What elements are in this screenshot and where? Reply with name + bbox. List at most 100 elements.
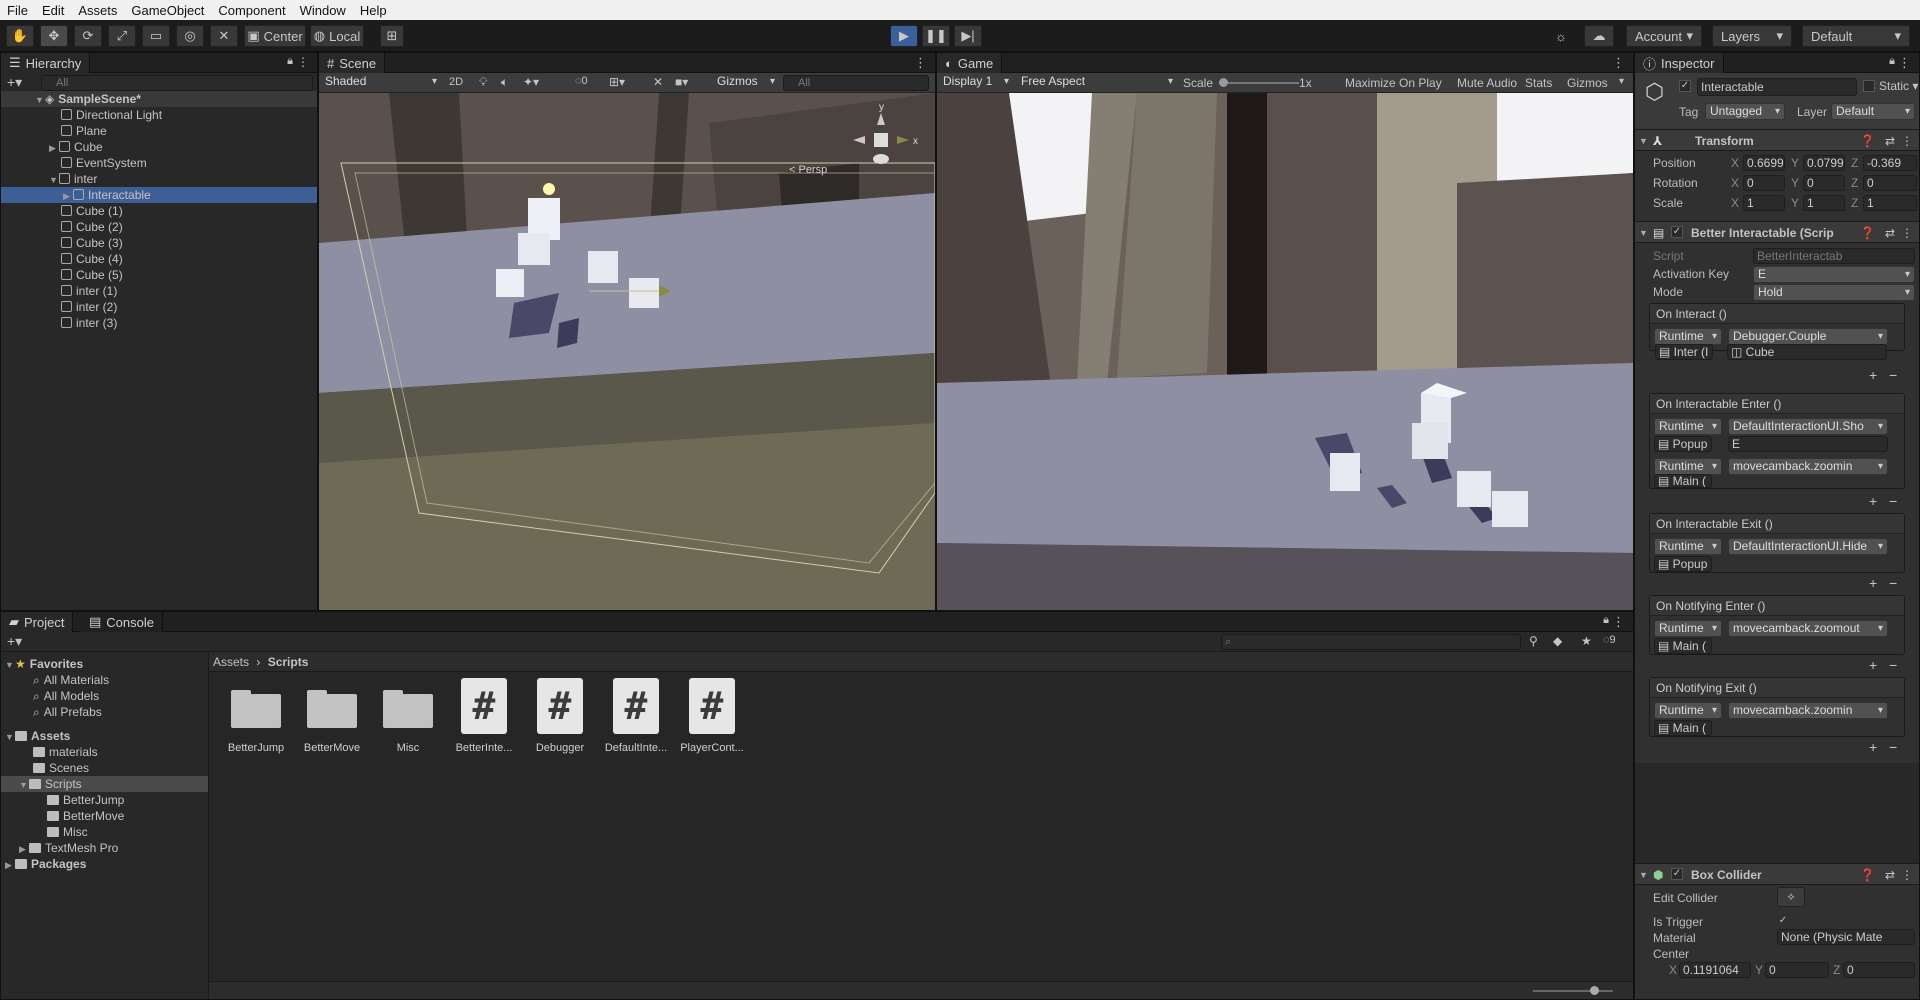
expand-arrow-icon[interactable]: ▼ bbox=[1639, 130, 1648, 152]
list-item[interactable]: Cube (2) bbox=[1, 219, 317, 235]
remove-event-icon[interactable]: − bbox=[1889, 657, 1897, 673]
scale-tool-icon[interactable]: ⤢ bbox=[108, 25, 136, 47]
rect-tool-icon[interactable]: ▭ bbox=[142, 25, 170, 47]
tab-hierarchy[interactable]: ☰ Hierarchy bbox=[1, 53, 91, 73]
scale-z-field[interactable]: 1 bbox=[1863, 195, 1917, 211]
rotate-tool-icon[interactable]: ⟳ bbox=[74, 25, 102, 47]
camera-icon[interactable]: ■▾ bbox=[675, 75, 688, 89]
event-object-field[interactable]: ▤ Main ( bbox=[1654, 720, 1712, 736]
lock-icon[interactable]: 🔒︎ bbox=[1603, 614, 1609, 627]
list-item[interactable]: ▶ Cube bbox=[1, 139, 317, 155]
preset-icon[interactable]: ⇄ bbox=[1885, 130, 1895, 152]
more-icon[interactable]: ⋮ bbox=[1901, 130, 1913, 152]
list-item[interactable]: Cube (3) bbox=[1, 235, 317, 251]
settings-sun-icon[interactable]: ☼ bbox=[1548, 25, 1574, 47]
asset-folder-bettermove[interactable]: BetterMove bbox=[297, 688, 367, 754]
active-checkbox[interactable]: ✓ bbox=[1679, 80, 1691, 92]
hand-tool-icon[interactable]: ✋ bbox=[6, 25, 34, 47]
asset-folder-misc[interactable]: Misc bbox=[373, 688, 443, 754]
more-icon[interactable]: ⋮ bbox=[1898, 55, 1911, 71]
tree-item-all-prefabs[interactable]: ⌕ All Prefabs bbox=[1, 704, 208, 720]
enabled-checkbox[interactable]: ✓ bbox=[1671, 226, 1683, 238]
list-item[interactable]: Cube (1) bbox=[1, 203, 317, 219]
tree-item-all-materials[interactable]: ⌕ All Materials bbox=[1, 672, 208, 688]
add-event-icon[interactable]: + bbox=[1869, 657, 1877, 673]
center-y-field[interactable]: 0 bbox=[1765, 962, 1829, 978]
help-icon[interactable]: ❓ bbox=[1860, 864, 1875, 886]
breadcrumb-assets[interactable]: Assets bbox=[213, 655, 249, 669]
material-field[interactable]: None (Physic Mate bbox=[1777, 929, 1915, 945]
more-icon[interactable]: ⋮ bbox=[297, 55, 309, 69]
function-dropdown[interactable]: movecamback.zoomin bbox=[1728, 458, 1888, 475]
expand-arrow-icon[interactable]: ▼ bbox=[19, 777, 29, 793]
tag-dropdown[interactable]: Untagged bbox=[1705, 103, 1785, 120]
function-dropdown[interactable]: DefaultInteractionUI.Sho bbox=[1728, 418, 1888, 435]
tree-item-materials[interactable]: materials bbox=[1, 744, 208, 760]
static-checkbox[interactable] bbox=[1863, 80, 1875, 92]
tree-item-textmesh-pro[interactable]: ▶ TextMesh Pro bbox=[1, 840, 208, 856]
cloud-icon[interactable]: ☁ bbox=[1584, 25, 1614, 47]
tools-icon[interactable]: ✕ bbox=[653, 75, 663, 89]
asset-script-playercontroller[interactable]: # PlayerCont... bbox=[677, 678, 747, 754]
menu-edit[interactable]: Edit bbox=[35, 3, 71, 18]
preset-icon[interactable]: ⇄ bbox=[1885, 864, 1895, 886]
help-icon[interactable]: ❓ bbox=[1860, 222, 1875, 244]
list-item[interactable]: Cube (5) bbox=[1, 267, 317, 283]
hidden-packages-toggle[interactable]: ◌9 bbox=[1603, 634, 1616, 646]
lighting-icon[interactable]: 💡︎ bbox=[479, 75, 487, 90]
add-icon[interactable]: +▾ bbox=[7, 633, 22, 650]
list-item[interactable]: Cube (4) bbox=[1, 251, 317, 267]
expand-arrow-icon[interactable]: ▼ bbox=[49, 172, 59, 188]
expand-arrow-icon[interactable]: ▼ bbox=[1639, 864, 1648, 886]
mode-dropdown[interactable]: Hold bbox=[1753, 284, 1915, 301]
event-object-field[interactable]: ▤ Main ( bbox=[1654, 638, 1712, 654]
game-viewport[interactable] bbox=[937, 93, 1633, 610]
activation-key-dropdown[interactable]: E bbox=[1753, 266, 1915, 283]
toggle-2d-button[interactable]: 2D bbox=[449, 76, 463, 88]
pause-button[interactable]: ❚❚ bbox=[922, 25, 950, 47]
scale-x-field[interactable]: 1 bbox=[1743, 195, 1785, 211]
menu-window[interactable]: Window bbox=[293, 3, 353, 18]
add-event-icon[interactable]: + bbox=[1869, 575, 1877, 591]
shading-dropdown[interactable]: Shaded bbox=[321, 74, 441, 91]
position-x-field[interactable]: 0.6699 bbox=[1743, 155, 1785, 171]
lock-icon[interactable]: 🔒︎ bbox=[1889, 55, 1895, 68]
tab-project[interactable]: ▰ Project bbox=[1, 612, 74, 632]
event-object-field[interactable]: ▤ Popup bbox=[1654, 436, 1712, 452]
tab-console[interactable]: ▤ Console bbox=[81, 612, 163, 632]
tab-game[interactable]: ◐ Game bbox=[937, 53, 1003, 73]
position-z-field[interactable]: -0.369 bbox=[1863, 155, 1917, 171]
asset-script-betterinteractable[interactable]: # BetterInte... bbox=[449, 678, 519, 754]
step-button[interactable]: ▶| bbox=[954, 25, 982, 47]
expand-arrow-icon[interactable]: ▶ bbox=[49, 140, 59, 156]
list-item[interactable]: EventSystem bbox=[1, 155, 317, 171]
tree-item-assets[interactable]: ▼ Assets bbox=[1, 728, 208, 744]
custom-tool-icon[interactable]: ✕ bbox=[210, 25, 238, 47]
static-dropdown[interactable]: Static ▾ bbox=[1879, 79, 1918, 93]
tab-scene[interactable]: # Scene bbox=[319, 53, 386, 73]
menu-assets[interactable]: Assets bbox=[71, 3, 124, 18]
move-tool-icon[interactable]: ✥ bbox=[40, 25, 68, 47]
icon-size-slider-handle[interactable] bbox=[1590, 986, 1599, 995]
list-item[interactable]: ▼ inter bbox=[1, 171, 317, 187]
better-interactable-header[interactable]: ▼ ▤ ✓ Better Interactable (Scrip ❓ ⇄ ⋮ bbox=[1635, 221, 1919, 243]
menu-component[interactable]: Component bbox=[211, 3, 292, 18]
maximize-on-play-button[interactable]: Maximize On Play bbox=[1345, 76, 1442, 90]
lock-icon[interactable]: 🔒︎ bbox=[287, 55, 293, 68]
grid-toggle-icon[interactable]: ⊞▾ bbox=[609, 75, 625, 89]
runtime-dropdown[interactable]: Runtime bbox=[1654, 702, 1722, 719]
list-item[interactable]: inter (3) bbox=[1, 315, 317, 331]
box-collider-header[interactable]: ▼ ⬢ ✓ Box Collider ❓ ⇄ ⋮ bbox=[1635, 863, 1919, 885]
add-icon[interactable]: +▾ bbox=[7, 74, 22, 91]
tab-inspector[interactable]: ⓘ Inspector bbox=[1635, 53, 1724, 73]
is-trigger-checkbox[interactable]: ✓ bbox=[1777, 915, 1789, 927]
event-argument-field[interactable]: E bbox=[1728, 436, 1888, 452]
add-event-icon[interactable]: + bbox=[1869, 367, 1877, 383]
center-z-field[interactable]: 0 bbox=[1843, 962, 1915, 978]
chevron-down-icon[interactable]: ▾ bbox=[1619, 76, 1624, 87]
tree-item-all-models[interactable]: ⌕ All Models bbox=[1, 688, 208, 704]
menu-file[interactable]: File bbox=[0, 3, 35, 18]
position-y-field[interactable]: 0.0799 bbox=[1803, 155, 1845, 171]
asset-folder-betterjump[interactable]: BetterJump bbox=[221, 688, 291, 754]
help-icon[interactable]: ❓ bbox=[1860, 130, 1875, 152]
